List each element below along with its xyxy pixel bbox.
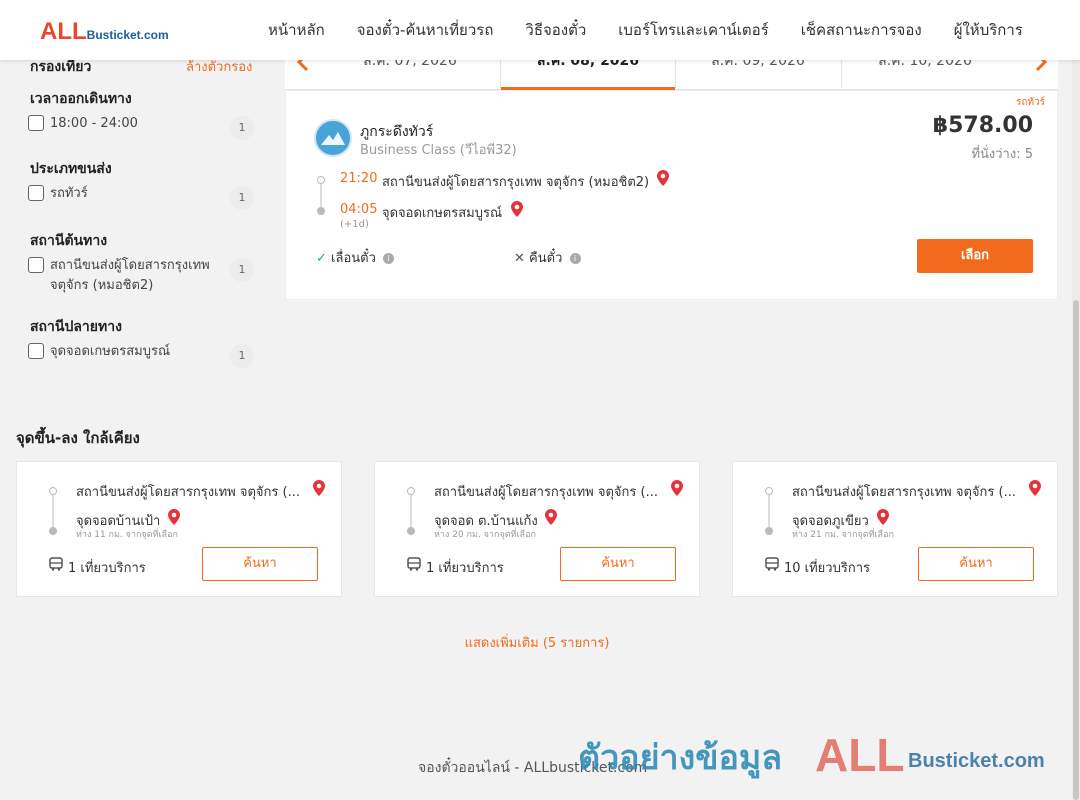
logo-text-busticket: Busticket.com — [86, 28, 169, 42]
filter-heading-origin-station: สถานีต้นทาง — [30, 233, 108, 249]
nearby-distance: ห่าง 11 กม. จากจุดที่เลือก — [76, 530, 178, 540]
seats-available: ที่นั่งว่าง: 5 — [971, 147, 1033, 162]
filter-label: รถทัวร์ — [50, 186, 88, 201]
departure-time: 21:20 — [340, 171, 378, 186]
checkbox[interactable] — [28, 257, 44, 273]
origin-dot — [765, 487, 773, 495]
nearby-search-button[interactable]: ค้นหา — [560, 547, 676, 581]
nearby-trip-count: 1 เที่ยวบริการ — [68, 561, 146, 576]
destination-dot — [765, 527, 773, 535]
nearby-card: สถานีขนส่งผู้โดยสารกรุงเทพ จตุจักร (... … — [374, 461, 700, 597]
nearby-card: สถานีขนส่งผู้โดยสารกรุงเทพ จตุจักร (... … — [732, 461, 1058, 597]
operator-logo — [314, 119, 352, 157]
nearby-distance: ห่าง 20 กม. จากจุดที่เลือก — [434, 530, 536, 540]
page-scrollbar-thumb[interactable] — [1073, 300, 1079, 800]
arrival-time: 04:05 — [340, 202, 378, 217]
nav-book-search[interactable]: จองตั๋ว-ค้นหาเที่ยวรถ — [357, 18, 494, 42]
check-icon: ✓ — [316, 251, 327, 266]
destination-dot — [317, 207, 325, 215]
bus-icon — [407, 557, 421, 571]
origin-dot — [407, 487, 415, 495]
logo-text-all: ALL — [40, 18, 87, 45]
nav-check-booking[interactable]: เช็คสถานะการจอง — [801, 18, 922, 42]
ticket-price: ฿578.00 — [932, 113, 1033, 138]
nearby-origin: สถานีขนส่งผู้โดยสารกรุงเทพ จตุจักร (... — [792, 485, 1016, 500]
watermark-logo-all: ALL — [815, 729, 905, 781]
select-trip-button[interactable]: เลือก — [917, 239, 1033, 273]
trip-result-card: รถทัวร์ ภูกระดึงทัวร์ Business Class (วี… — [285, 90, 1058, 300]
location-pin-icon[interactable] — [671, 480, 683, 496]
main-nav: หน้าหลัก จองตั๋ว-ค้นหาเที่ยวรถ วิธีจองตั… — [252, 0, 1039, 60]
filter-count-badge: 1 — [230, 258, 254, 282]
mountain-logo-icon — [321, 132, 345, 145]
location-pin-icon[interactable] — [313, 480, 325, 496]
origin-dot — [317, 176, 325, 184]
nearby-card: สถานีขนส่งผู้โดยสารกรุงเทพ จตุจักร (... … — [16, 461, 342, 597]
nearby-section-title: จุดขึ้น-ลง ใกล้เคียง — [16, 429, 140, 447]
checkbox[interactable] — [28, 343, 44, 359]
destination-dot — [49, 527, 57, 535]
nav-home[interactable]: หน้าหลัก — [268, 18, 325, 42]
vehicle-type-tag: รถทัวร์ — [1015, 97, 1045, 108]
departure-station: สถานีขนส่งผู้โดยสารกรุงเทพ จตุจักร (หมอช… — [382, 175, 650, 190]
filter-item-time-range[interactable]: 18:00 - 24:00 1 — [28, 114, 256, 140]
bus-class: Business Class (วีไอพี32) — [360, 143, 517, 158]
next-day-indicator: (+1d) — [340, 219, 369, 230]
filter-count-badge: 1 — [230, 116, 254, 140]
cross-icon: ✕ — [514, 251, 525, 266]
origin-dot — [49, 487, 57, 495]
site-logo[interactable]: ALLBusticket.com — [40, 18, 169, 46]
change-ticket-policy: ✓ เลื่อนตั๋ว i — [316, 247, 395, 268]
bus-icon — [765, 557, 779, 571]
nearby-search-button[interactable]: ค้นหา — [918, 547, 1034, 581]
location-pin-icon[interactable] — [168, 509, 180, 525]
filter-label: จุดจอดเกษตรสมบูรณ์ — [50, 344, 171, 359]
top-navigation-bar: ALLBusticket.com หน้าหลัก จองตั๋ว-ค้นหาเ… — [0, 0, 1080, 60]
destination-dot — [407, 527, 415, 535]
location-pin-icon[interactable] — [1029, 480, 1041, 496]
checkbox[interactable] — [28, 185, 44, 201]
filter-item-origin[interactable]: สถานีขนส่งผู้โดยสารกรุงเทพ จตุจักร (หมอช… — [28, 256, 256, 296]
nav-phone-counters[interactable]: เบอร์โทรและเคาน์เตอร์ — [618, 18, 768, 42]
nearby-trip-count: 10 เที่ยวบริการ — [784, 561, 870, 576]
nearby-distance: ห่าง 21 กม. จากจุดที่เลือก — [792, 530, 894, 540]
show-more-link[interactable]: แสดงเพิ่มเติม (5 รายการ) — [0, 632, 1074, 653]
filter-item-destination[interactable]: จุดจอดเกษตรสมบูรณ์ 1 — [28, 342, 256, 368]
nearby-search-button[interactable]: ค้นหา — [202, 547, 318, 581]
filter-heading-destination: สถานีปลายทาง — [30, 319, 122, 335]
route-line — [410, 495, 412, 531]
refund-ticket-label: คืนตั๋ว — [529, 251, 563, 266]
location-pin-icon[interactable] — [657, 170, 669, 186]
filter-label: 18:00 - 24:00 — [50, 116, 138, 131]
arrival-station: จุดจอดเกษตรสมบูรณ์ — [382, 206, 503, 221]
nearby-origin: สถานีขนส่งผู้โดยสารกรุงเทพ จตุจักร (... — [434, 485, 658, 500]
location-pin-icon[interactable] — [545, 509, 557, 525]
watermark-logo-busticket: Busticket.com — [908, 750, 1045, 772]
route-line — [768, 495, 770, 531]
watermark-sample-data: ตัวอย่างข้อมูล — [578, 738, 783, 778]
filter-label: สถานีขนส่งผู้โดยสารกรุงเทพ จตุจักร (หมอช… — [50, 258, 210, 293]
nearby-trip-count: 1 เที่ยวบริการ — [426, 561, 504, 576]
filter-count-badge: 1 — [230, 344, 254, 368]
location-pin-icon[interactable] — [511, 201, 523, 217]
checkbox[interactable] — [28, 115, 44, 131]
filter-heading-transport-type: ประเภทขนส่ง — [30, 161, 112, 177]
filter-item-tour-bus[interactable]: รถทัวร์ 1 — [28, 184, 256, 210]
filter-heading-departure-time: เวลาออกเดินทาง — [30, 91, 132, 107]
refund-ticket-policy: ✕ คืนตั๋ว i — [514, 247, 581, 268]
nav-how-to-book[interactable]: วิธีจองตั๋ว — [525, 18, 586, 42]
route-line — [52, 495, 54, 531]
nearby-origin: สถานีขนส่งผู้โดยสารกรุงเทพ จตุจักร (... — [76, 485, 300, 500]
bus-icon — [49, 557, 63, 571]
info-icon[interactable]: i — [383, 253, 395, 264]
filter-count-badge: 1 — [230, 186, 254, 210]
change-ticket-label: เลื่อนตั๋ว — [331, 251, 376, 266]
nav-operators[interactable]: ผู้ให้บริการ — [954, 18, 1023, 42]
info-icon[interactable]: i — [569, 253, 581, 264]
location-pin-icon[interactable] — [877, 509, 889, 525]
